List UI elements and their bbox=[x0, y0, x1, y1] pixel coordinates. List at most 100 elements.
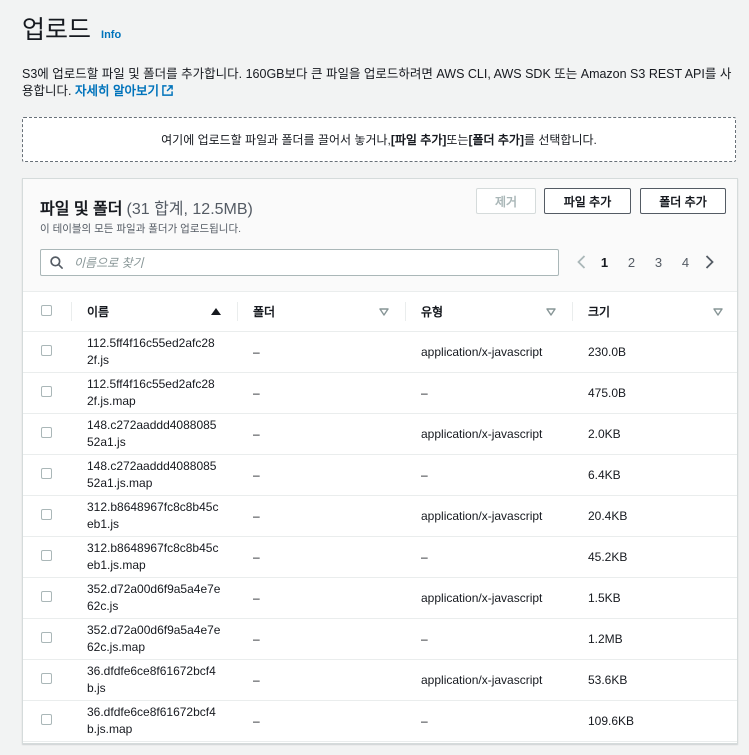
file-type: – bbox=[405, 454, 572, 496]
file-type: – bbox=[405, 700, 572, 742]
file-name: 312.b8648967fc8c8b45ceb1.js.map bbox=[71, 536, 237, 578]
pagination: 1 2 3 4 bbox=[571, 251, 719, 273]
column-type[interactable]: 유형 bbox=[405, 291, 572, 332]
learn-more-link[interactable]: 자세히 알아보기 bbox=[75, 84, 173, 98]
search-input[interactable] bbox=[72, 254, 536, 271]
file-size: 6.4KB bbox=[572, 454, 737, 496]
file-size: 1.2MB bbox=[572, 618, 737, 660]
column-name[interactable]: 이름 bbox=[71, 291, 237, 332]
table-row[interactable]: 36.dfdfe6ce8f61672bcf4b.js.map – –109.6KB bbox=[23, 700, 737, 742]
file-folder: – bbox=[237, 577, 405, 619]
sort-icon bbox=[379, 307, 389, 316]
file-name: 312.b8648967fc8c8b45ceb1.js bbox=[71, 495, 237, 537]
file-type: – bbox=[405, 618, 572, 660]
sort-icon bbox=[546, 307, 556, 316]
panel-title: 파일 및 폴더 (31 합계, 12.5MB) bbox=[40, 195, 253, 219]
panel-header: 파일 및 폴더 (31 합계, 12.5MB) 이 테이블의 모든 파일과 폴더가… bbox=[23, 179, 737, 291]
add-folder-button[interactable]: 폴더 추가 bbox=[640, 188, 726, 214]
row-select-cell bbox=[23, 659, 71, 701]
files-panel: 파일 및 폴더 (31 합계, 12.5MB) 이 테이블의 모든 파일과 폴더가… bbox=[22, 178, 738, 744]
page-1[interactable]: 1 bbox=[591, 255, 618, 270]
file-name: 352.d72a00d6f9a5a4e7e62c.js bbox=[71, 577, 237, 619]
page-4[interactable]: 4 bbox=[672, 255, 699, 270]
table-row[interactable]: 112.5ff4f16c55ed2afc282f.js.map – –475.0B bbox=[23, 372, 737, 414]
learn-more-label: 자세히 알아보기 bbox=[74, 84, 159, 98]
file-name: 36.dfdfe6ce8f61672bcf4b.js.map bbox=[71, 700, 237, 742]
row-checkbox[interactable] bbox=[41, 426, 52, 438]
file-type: application/x-javascript bbox=[405, 495, 572, 537]
table-row[interactable]: 36.dfdfe6ce8f61672bcf4b.js – application/x… bbox=[23, 659, 737, 701]
sort-ascending-icon bbox=[211, 308, 221, 315]
table-row[interactable]: 148.c272aaddd408808552a1.js.map – –6.4KB bbox=[23, 454, 737, 496]
title-row: 업로드 Info bbox=[22, 10, 121, 46]
page-3[interactable]: 3 bbox=[645, 255, 672, 270]
row-checkbox[interactable] bbox=[41, 344, 52, 356]
file-folder: – bbox=[237, 331, 405, 373]
file-folder: – bbox=[237, 700, 405, 742]
row-checkbox[interactable] bbox=[41, 549, 52, 561]
row-checkbox[interactable] bbox=[41, 713, 52, 725]
drop-zone[interactable]: 여기에 업로드할 파일과 폴더를 끌어서 놓거나, [파일 추가] 또는 [폴더… bbox=[22, 117, 736, 162]
row-select-cell bbox=[23, 372, 71, 414]
table-row[interactable]: 352.d72a00d6f9a5a4e7e62c.js.map – –1.2MB bbox=[23, 618, 737, 660]
file-name: 36.dfdfe6ce8f61672bcf4b.js bbox=[71, 659, 237, 701]
column-size-label: 크기 bbox=[588, 305, 611, 319]
file-folder: – bbox=[237, 536, 405, 578]
file-type: – bbox=[405, 372, 572, 414]
row-select-cell bbox=[23, 413, 71, 455]
file-size: 53.6KB bbox=[572, 659, 737, 701]
prev-page-icon[interactable] bbox=[571, 251, 591, 273]
panel-count: (31 합계, 12.5MB) bbox=[126, 201, 253, 218]
dropzone-middle: 또는 bbox=[446, 133, 469, 147]
column-name-label: 이름 bbox=[87, 305, 110, 319]
row-select-cell bbox=[23, 454, 71, 496]
search-icon bbox=[50, 256, 63, 269]
select-all-checkbox[interactable] bbox=[41, 304, 52, 316]
column-folder[interactable]: 폴더 bbox=[237, 291, 405, 332]
table-row[interactable]: 312.b8648967fc8c8b45ceb1.js.map – –45.2KB bbox=[23, 536, 737, 578]
file-folder: – bbox=[237, 618, 405, 660]
column-type-label: 유형 bbox=[421, 305, 444, 319]
file-folder: – bbox=[237, 413, 405, 455]
dropzone-prefix: 여기에 업로드할 파일과 폴더를 끌어서 놓거나, bbox=[161, 133, 391, 147]
table-row[interactable]: 148.c272aaddd408808552a1.js – application/… bbox=[23, 413, 737, 455]
file-size: 45.2KB bbox=[572, 536, 737, 578]
dropzone-suffix: 를 선택합니다. bbox=[523, 133, 597, 147]
page-title: 업로드 bbox=[22, 16, 92, 44]
panel-subtitle: 이 테이블의 모든 파일과 폴더가 업로드됩니다. bbox=[40, 223, 242, 235]
row-select-cell bbox=[23, 495, 71, 537]
file-name: 148.c272aaddd408808552a1.js bbox=[71, 413, 237, 455]
column-folder-label: 폴더 bbox=[253, 305, 276, 319]
file-size: 109.6KB bbox=[572, 700, 737, 742]
file-folder: – bbox=[237, 495, 405, 537]
file-type: application/x-javascript bbox=[405, 659, 572, 701]
page-2[interactable]: 2 bbox=[618, 255, 645, 270]
table-row[interactable]: 112.5ff4f16c55ed2afc282f.js – application/… bbox=[23, 331, 737, 373]
row-checkbox[interactable] bbox=[41, 631, 52, 643]
row-select-cell bbox=[23, 700, 71, 742]
files-table: 이름 폴더 유형 크기 112.5ff4f16c55ed2afc282f.js –… bbox=[23, 291, 737, 742]
table-header-row: 이름 폴더 유형 크기 bbox=[23, 291, 737, 332]
file-folder: – bbox=[237, 454, 405, 496]
add-files-button[interactable]: 파일 추가 bbox=[544, 188, 631, 214]
dropzone-add-folder: [폴더 추가] bbox=[468, 133, 524, 147]
remove-button[interactable]: 제거 bbox=[476, 188, 536, 214]
row-checkbox[interactable] bbox=[41, 385, 52, 397]
file-type: application/x-javascript bbox=[405, 413, 572, 455]
row-checkbox[interactable] bbox=[41, 467, 52, 479]
select-all-cell bbox=[23, 291, 71, 332]
file-folder: – bbox=[237, 659, 405, 701]
row-checkbox[interactable] bbox=[41, 672, 52, 684]
table-row[interactable]: 312.b8648967fc8c8b45ceb1.js – application/… bbox=[23, 495, 737, 537]
search-box bbox=[40, 249, 559, 276]
file-size: 1.5KB bbox=[572, 577, 737, 619]
file-type: – bbox=[405, 536, 572, 578]
row-select-cell bbox=[23, 618, 71, 660]
column-size[interactable]: 크기 bbox=[572, 291, 737, 332]
table-row[interactable]: 352.d72a00d6f9a5a4e7e62c.js – application/… bbox=[23, 577, 737, 619]
file-size: 230.0B bbox=[572, 331, 737, 373]
next-page-icon[interactable] bbox=[699, 251, 719, 273]
row-checkbox[interactable] bbox=[41, 508, 52, 520]
row-checkbox[interactable] bbox=[41, 590, 52, 602]
info-link[interactable]: Info bbox=[101, 29, 121, 41]
